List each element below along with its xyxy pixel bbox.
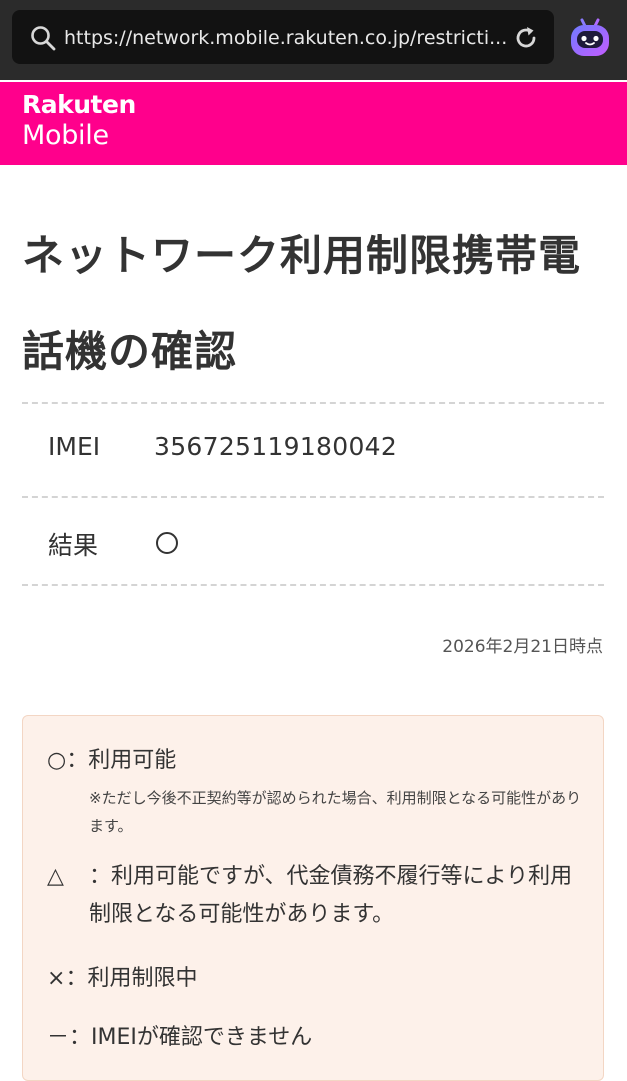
legend-triangle-text: ：利用可能ですが、代金債務不履行等により利用制限となる可能性があります。	[89, 864, 573, 927]
reload-icon[interactable]	[512, 24, 540, 52]
legend-item-available: ○：利用可能	[47, 742, 176, 780]
logo-bottom-text: Mobile	[22, 120, 109, 151]
url-text[interactable]: https://network.mobile.rakuten.co.jp/res…	[64, 26, 510, 50]
result-label: 結果	[48, 531, 99, 560]
assistant-robot-icon[interactable]	[568, 16, 612, 60]
brand-header: Rakuten Mobile	[0, 82, 627, 165]
imei-label: IMEI	[48, 432, 101, 461]
legend-circle-symbol: ○	[47, 748, 67, 773]
legend-item-possible-restriction: △ ：利用可能ですが、代金債務不履行等により利用制限となる可能性があります。	[47, 858, 587, 934]
legend-cross-symbol: ×	[47, 966, 66, 991]
legend-box: ○：利用可能 ※ただし今後不正契約等が認められた場合、利用制限となる可能性があり…	[22, 715, 604, 1081]
legend-item-restricted: ×：利用制限中	[47, 960, 197, 998]
imei-row: IMEI 356725119180042	[22, 402, 604, 496]
legend-item-unknown: －：IMEIが確認できません	[47, 1019, 312, 1057]
legend-triangle-symbol: △	[47, 864, 64, 889]
imei-value: 356725119180042	[154, 432, 398, 461]
legend-dash-symbol: －	[47, 1025, 70, 1050]
result-circle-icon	[156, 532, 178, 554]
check-timestamp: 2026年2月21日時点	[442, 637, 603, 657]
address-bar[interactable]: https://network.mobile.rakuten.co.jp/res…	[12, 10, 554, 64]
legend-dash-text: ：IMEIが確認できません	[69, 1025, 313, 1050]
legend-circle-text: ：利用可能	[66, 748, 177, 773]
rakuten-mobile-logo[interactable]: Rakuten Mobile	[22, 90, 136, 152]
result-table: IMEI 356725119180042 結果	[22, 402, 604, 586]
legend-cross-text: ：利用制限中	[65, 966, 198, 991]
legend-available-note: ※ただし今後不正契約等が認められた場合、利用制限となる可能性があります。	[89, 789, 582, 835]
logo-top-text: Rakuten	[22, 90, 136, 119]
result-row: 結果	[22, 496, 604, 586]
page-title: ネットワーク利用制限携帯電話機の確認	[22, 231, 582, 376]
browser-toolbar: https://network.mobile.rakuten.co.jp/res…	[0, 0, 627, 80]
search-icon	[31, 26, 56, 51]
